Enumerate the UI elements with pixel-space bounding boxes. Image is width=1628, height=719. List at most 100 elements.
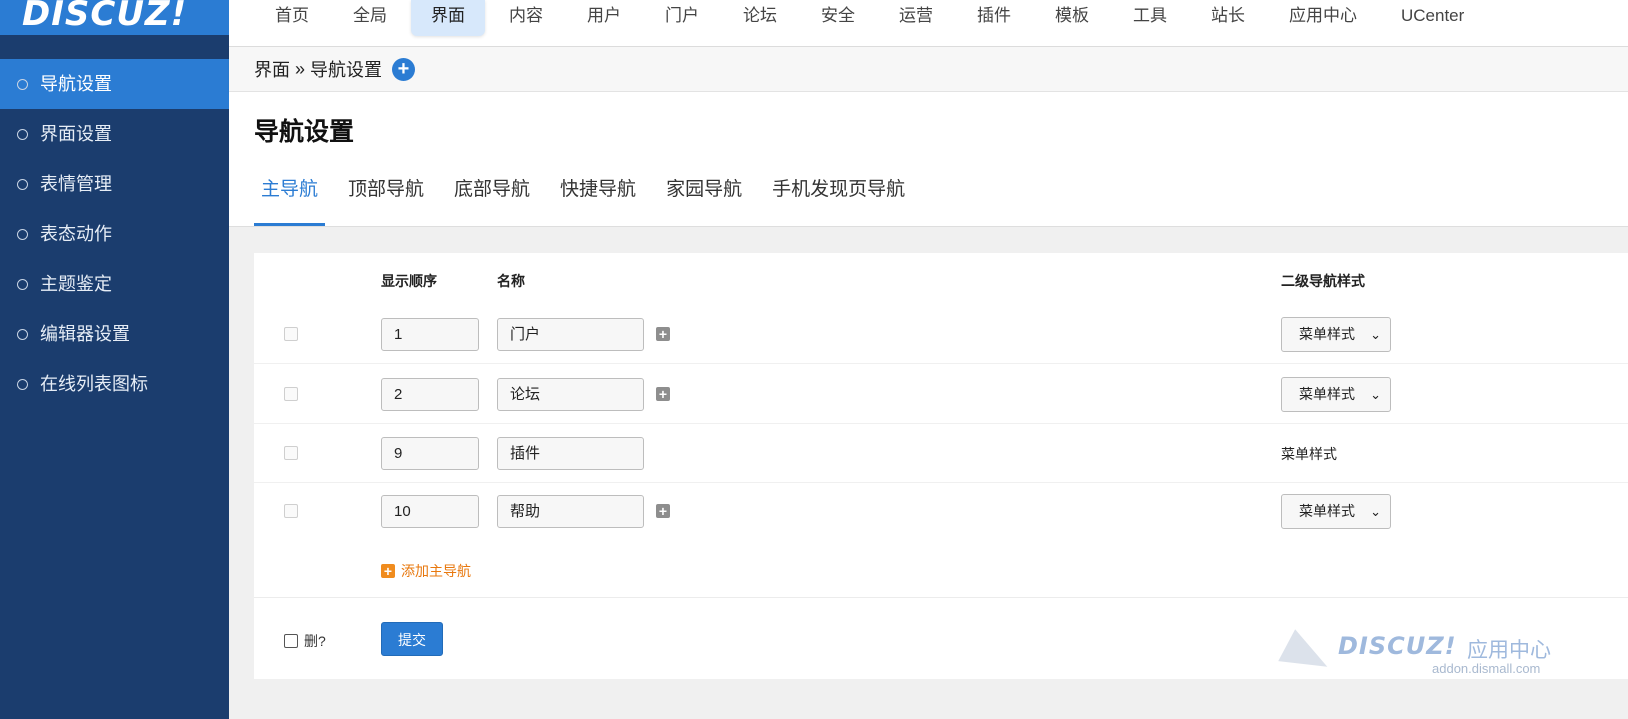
tab-home-nav[interactable]: 家园导航: [659, 178, 749, 226]
name-input[interactable]: 帮助: [497, 495, 644, 528]
chevron-down-icon: ⌄: [1370, 504, 1381, 519]
plus-square-icon: +: [381, 564, 395, 578]
select-value: 菜单样式: [1299, 326, 1355, 342]
table-row: 9 插件 菜单样式: [254, 424, 1628, 483]
tab-bar: 主导航 顶部导航 底部导航 快捷导航 家园导航 手机发现页导航: [254, 178, 928, 226]
topnav-item-users[interactable]: 用户: [567, 0, 641, 36]
sidebar-item-editor-settings[interactable]: 编辑器设置: [0, 309, 229, 359]
tab-mobile-discover-nav[interactable]: 手机发现页导航: [765, 178, 912, 226]
sub-style-select[interactable]: 菜单样式 ⌄: [1281, 494, 1391, 529]
page-title: 导航设置: [254, 118, 355, 146]
row-checkbox[interactable]: [284, 504, 298, 518]
circle-icon: [17, 329, 28, 340]
paper-plane-icon: [1278, 629, 1336, 683]
circle-icon: [17, 379, 28, 390]
main-content: 界面 » 导航设置 + 导航设置 主导航 顶部导航 底部导航 快捷导航 家园导航…: [229, 47, 1628, 719]
topnav-item-tools[interactable]: 工具: [1113, 0, 1187, 36]
chevron-down-icon: ⌄: [1370, 327, 1381, 342]
breadcrumb-section[interactable]: 界面: [254, 56, 290, 82]
topnav-item-app-center[interactable]: 应用中心: [1269, 0, 1377, 36]
sidebar-item-label: 表情管理: [40, 174, 112, 194]
watermark-brand: DISCUZ!: [1338, 632, 1457, 660]
circle-icon: [17, 229, 28, 240]
tab-footer-nav[interactable]: 底部导航: [447, 178, 537, 226]
select-value: 菜单样式: [1299, 503, 1355, 519]
breadcrumb-separator: »: [295, 58, 306, 79]
sidebar-item-interface-settings[interactable]: 界面设置: [0, 109, 229, 159]
nav-table-panel: 显示顺序 名称 二级导航样式 1 门户 + 菜单样式 ⌄ 2 论坛 + 菜单样式 ⌄…: [254, 253, 1628, 679]
circle-icon: [17, 129, 28, 140]
sub-style-select[interactable]: 菜单样式 ⌄: [1281, 377, 1391, 412]
table-row: 10 帮助 + 菜单样式 ⌄: [254, 482, 1628, 541]
topnav-item-home[interactable]: 首页: [255, 0, 329, 36]
select-value: 菜单样式: [1299, 386, 1355, 402]
row-checkbox[interactable]: [284, 327, 298, 341]
add-main-nav-label: 添加主导航: [401, 563, 471, 579]
sidebar-item-label: 表态动作: [40, 224, 112, 244]
topnav-item-interface[interactable]: 界面: [411, 0, 485, 36]
topnav-item-webmaster[interactable]: 站长: [1191, 0, 1265, 36]
watermark-url: addon.dismall.com: [1432, 661, 1541, 676]
topnav-item-operations[interactable]: 运营: [879, 0, 953, 36]
delete-all-checkbox[interactable]: [284, 634, 298, 648]
topnav-item-ucenter[interactable]: UCenter: [1381, 0, 1484, 36]
sub-style-text: 菜单样式: [1281, 446, 1337, 462]
watermark-app-center: 应用中心: [1467, 639, 1551, 662]
topnav-item-global[interactable]: 全局: [333, 0, 407, 36]
add-subnav-icon[interactable]: +: [656, 504, 670, 518]
add-subnav-icon[interactable]: +: [656, 327, 670, 341]
column-header-name: 名称: [497, 273, 525, 289]
top-nav: 首页 全局 界面 内容 用户 门户 论坛 安全 运营 插件 模板 工具 站长 应…: [255, 0, 1488, 38]
sidebar-item-nav-settings[interactable]: 导航设置: [0, 59, 229, 109]
header-panel: 导航设置 主导航 顶部导航 底部导航 快捷导航 家园导航 手机发现页导航: [229, 92, 1628, 227]
sidebar-item-online-icons[interactable]: 在线列表图标: [0, 359, 229, 409]
logo-text: DISCUZ!: [22, 0, 188, 34]
chevron-down-icon: ⌄: [1370, 387, 1381, 402]
table-row: 1 门户 + 菜单样式 ⌄: [254, 305, 1628, 364]
watermark: DISCUZ! 应用中心 addon.dismall.com: [1278, 629, 1582, 683]
row-checkbox[interactable]: [284, 387, 298, 401]
column-header-sub-style: 二级导航样式: [1281, 273, 1365, 289]
circle-icon: [17, 179, 28, 190]
add-circle-icon[interactable]: +: [392, 57, 416, 81]
name-input[interactable]: 门户: [497, 318, 644, 351]
delete-label: 删?: [304, 633, 326, 649]
order-input[interactable]: 2: [381, 378, 479, 411]
table-row: 2 论坛 + 菜单样式 ⌄: [254, 365, 1628, 424]
sub-style-select[interactable]: 菜单样式 ⌄: [1281, 317, 1391, 352]
sidebar-item-label: 编辑器设置: [40, 324, 130, 344]
sidebar-item-emoticons[interactable]: 表情管理: [0, 159, 229, 209]
tab-main-nav[interactable]: 主导航: [254, 178, 326, 226]
breadcrumb-page: 导航设置: [310, 60, 383, 80]
order-input[interactable]: 9: [381, 437, 479, 470]
sidebar-item-label: 导航设置: [40, 74, 112, 94]
sidebar-item-label: 主题鉴定: [40, 274, 112, 294]
breadcrumb: 界面 » 导航设置 +: [229, 47, 1628, 92]
add-subnav-icon[interactable]: +: [656, 387, 670, 401]
column-header-order: 显示顺序: [381, 273, 437, 289]
name-input[interactable]: 插件: [497, 437, 644, 470]
circle-icon: [17, 279, 28, 290]
add-main-nav-link[interactable]: + 添加主导航: [381, 561, 471, 581]
logo[interactable]: DISCUZ!: [0, 0, 229, 47]
name-input[interactable]: 论坛: [497, 378, 644, 411]
topnav-item-plugins[interactable]: 插件: [957, 0, 1031, 36]
circle-icon: [17, 79, 28, 90]
sidebar-item-label: 在线列表图标: [40, 374, 148, 394]
tab-quick-nav[interactable]: 快捷导航: [553, 178, 643, 226]
sidebar-item-reactions[interactable]: 表态动作: [0, 209, 229, 259]
sidebar-item-label: 界面设置: [40, 124, 112, 144]
sidebar: 导航设置 界面设置 表情管理 表态动作 主题鉴定 编辑器设置 在线列表图标: [0, 47, 229, 719]
topnav-item-templates[interactable]: 模板: [1035, 0, 1109, 36]
row-checkbox[interactable]: [284, 446, 298, 460]
sidebar-item-thread-stamps[interactable]: 主题鉴定: [0, 259, 229, 309]
topnav-item-forum[interactable]: 论坛: [723, 0, 797, 36]
topnav-item-content[interactable]: 内容: [489, 0, 563, 36]
top-bar: DISCUZ! 首页 全局 界面 内容 用户 门户 论坛 安全 运营 插件 模板…: [0, 0, 1628, 47]
submit-button[interactable]: 提交: [381, 622, 443, 656]
topnav-item-portal[interactable]: 门户: [645, 0, 719, 36]
tab-top-nav[interactable]: 顶部导航: [341, 178, 431, 226]
topnav-item-security[interactable]: 安全: [801, 0, 875, 36]
order-input[interactable]: 10: [381, 495, 479, 528]
order-input[interactable]: 1: [381, 318, 479, 351]
